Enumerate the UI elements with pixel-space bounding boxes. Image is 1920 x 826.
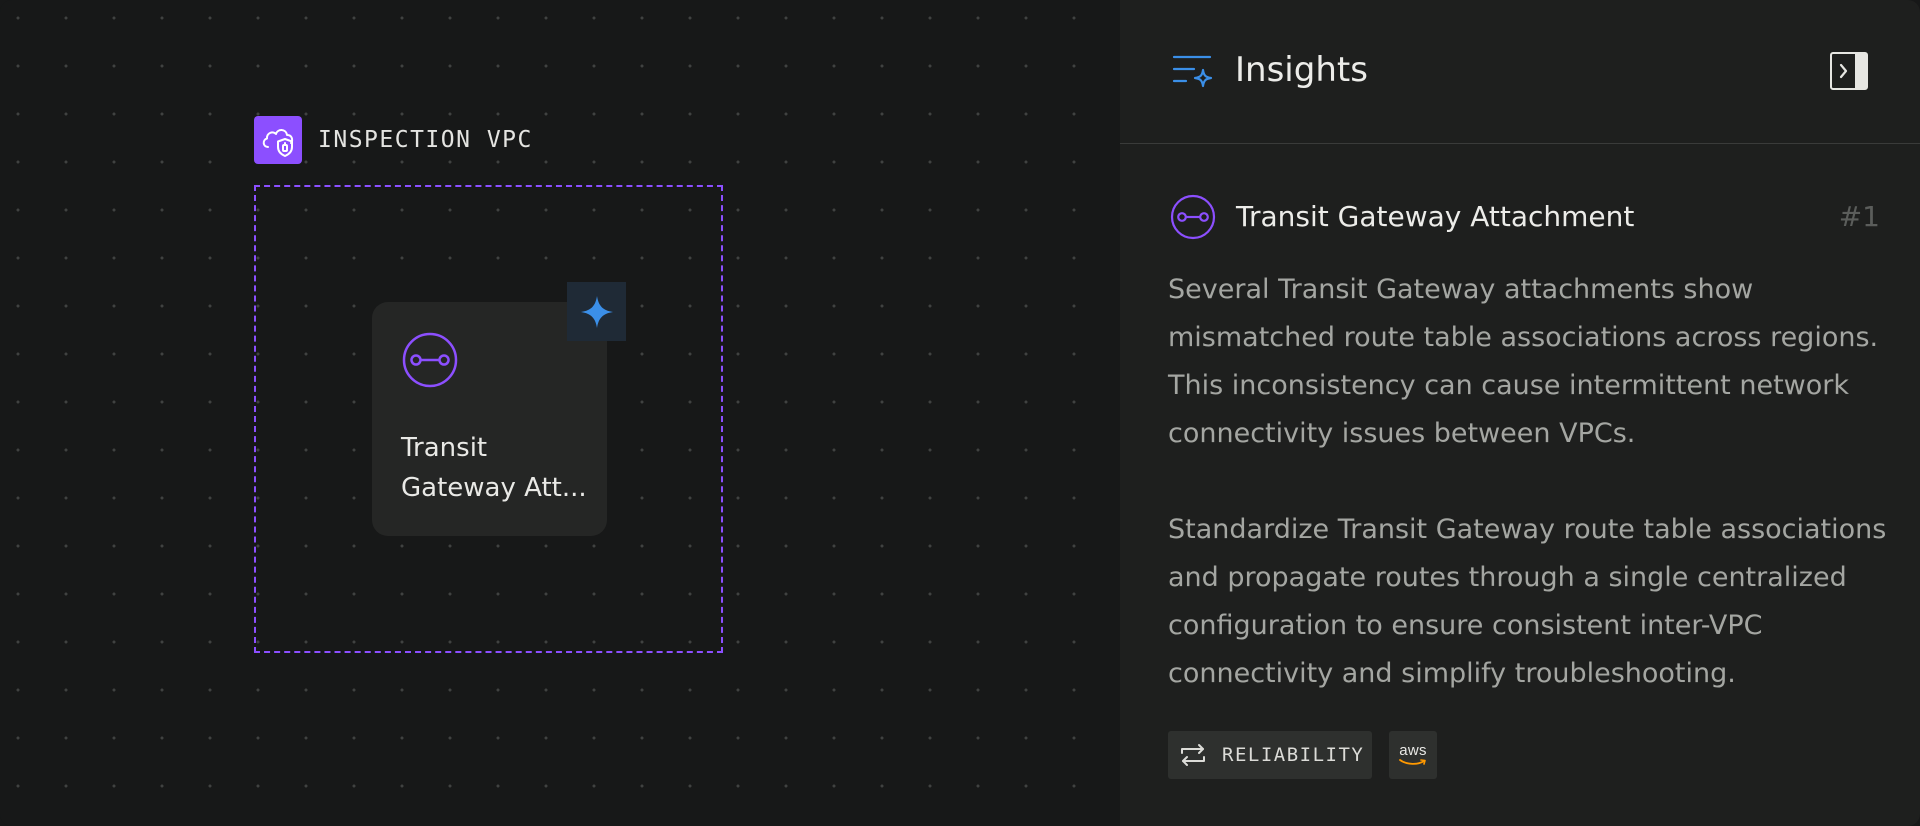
diagram-canvas[interactable]: INSPECTION VPC Transit Gateway Att... <box>0 0 1120 826</box>
vpc-group-label: INSPECTION VPC <box>318 127 533 153</box>
transit-gateway-icon <box>402 332 458 388</box>
reliability-tag-label: RELIABILITY <box>1222 744 1365 766</box>
app-frame: INSPECTION VPC Transit Gateway Att... In… <box>0 0 1920 826</box>
insight-description: Several Transit Gateway attachments show… <box>1168 274 1879 449</box>
panel-header: Insights <box>1120 0 1920 144</box>
panel-collapse-button[interactable] <box>1830 52 1868 90</box>
node-label: Transit Gateway Att... <box>401 433 587 503</box>
aws-logo-text: aws <box>1399 742 1427 759</box>
aws-tag[interactable]: aws <box>1389 731 1437 779</box>
aws-logo <box>1399 759 1426 765</box>
reliability-arrows-icon <box>1181 744 1205 766</box>
insight-header[interactable]: Transit Gateway Attachment #1 <box>1170 194 1880 240</box>
insight-title: Transit Gateway Attachment <box>1236 200 1635 233</box>
insight-recommendation: Standardize Transit Gateway route table … <box>1168 514 1887 689</box>
insights-sparkle-icon <box>1172 55 1213 88</box>
insights-panel: Insights Transit Gateway Attachment #1 S… <box>1120 0 1920 826</box>
panel-title: Insights <box>1235 50 1368 90</box>
cloud-shield-icon <box>254 116 302 164</box>
vpc-group-header: INSPECTION VPC <box>254 116 533 164</box>
insight-tags: RELIABILITY aws <box>1168 731 1437 779</box>
insight-number: #1 <box>1838 200 1880 233</box>
transit-gateway-icon <box>1170 194 1216 240</box>
insight-badge[interactable] <box>567 282 626 341</box>
reliability-tag[interactable]: RELIABILITY <box>1168 731 1372 779</box>
sparkle-icon <box>580 295 613 328</box>
